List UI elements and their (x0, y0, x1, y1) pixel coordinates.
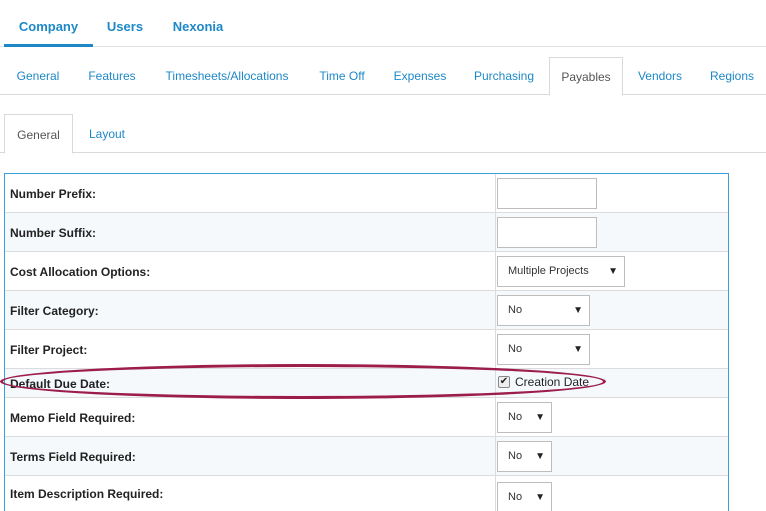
tab-regions[interactable]: Regions (704, 57, 760, 95)
terms-required-value: No (508, 450, 523, 462)
column-divider (495, 476, 496, 511)
row-default-due-date: Default Due Date: ✔ Creation Date (5, 369, 728, 398)
top-tab-users[interactable]: Users (100, 0, 150, 47)
cost-allocation-value: Multiple Projects (508, 265, 589, 277)
column-divider (495, 369, 496, 397)
memo-required-label: Memo Field Required: (10, 411, 136, 425)
dropdown-arrow-icon: ▼ (573, 305, 583, 316)
creation-date-label[interactable]: Creation Date (515, 375, 589, 389)
subtab-layout[interactable]: Layout (80, 114, 134, 153)
subtab-general[interactable]: General (4, 114, 73, 154)
column-divider (495, 437, 496, 475)
memo-required-value: No (508, 411, 523, 423)
filter-project-select[interactable]: No ▼ (497, 334, 590, 365)
tab-time-off[interactable]: Time Off (311, 57, 373, 95)
tab-general[interactable]: General (8, 57, 68, 95)
item-description-required-select[interactable]: No ▼ (497, 482, 552, 511)
number-prefix-input[interactable] (497, 178, 597, 209)
tab-timesheets-allocations[interactable]: Timesheets/Allocations (158, 57, 296, 95)
filter-category-label: Filter Category: (10, 304, 99, 318)
default-due-date-label: Default Due Date: (10, 377, 111, 391)
row-terms-required: Terms Field Required: No ▼ (5, 437, 728, 476)
column-divider (495, 252, 496, 290)
filter-project-value: No (508, 343, 523, 355)
column-divider (495, 330, 496, 368)
top-tab-nexonia[interactable]: Nexonia (165, 0, 231, 47)
dropdown-arrow-icon: ▼ (573, 344, 583, 355)
top-tab-company[interactable]: Company (4, 0, 93, 47)
filter-category-select[interactable]: No ▼ (497, 295, 590, 326)
number-suffix-input[interactable] (497, 217, 597, 248)
dropdown-arrow-icon: ▼ (535, 412, 545, 423)
cost-allocation-label: Cost Allocation Options: (10, 265, 151, 279)
tab-purchasing[interactable]: Purchasing (466, 57, 542, 95)
row-memo-required: Memo Field Required: No ▼ (5, 398, 728, 437)
column-divider (495, 291, 496, 329)
item-description-required-label: Item Description Required: (10, 487, 164, 501)
memo-required-select[interactable]: No ▼ (497, 402, 552, 433)
row-number-suffix: Number Suffix: (5, 213, 728, 252)
payables-general-form: Number Prefix: Number Suffix: Cost Alloc… (4, 173, 729, 511)
cost-allocation-select[interactable]: Multiple Projects ▼ (497, 256, 625, 287)
row-item-description-required: Item Description Required: No ▼ (5, 476, 728, 511)
sub-tabs: General Layout (0, 114, 766, 154)
column-divider (495, 174, 496, 212)
row-cost-allocation: Cost Allocation Options: Multiple Projec… (5, 252, 728, 291)
row-filter-project: Filter Project: No ▼ (5, 330, 728, 369)
filter-category-value: No (508, 304, 523, 316)
item-description-required-value: No (508, 491, 523, 503)
row-filter-category: Filter Category: No ▼ (5, 291, 728, 330)
filter-project-label: Filter Project: (10, 343, 88, 357)
number-suffix-label: Number Suffix: (10, 226, 97, 240)
creation-date-checkbox[interactable]: ✔ (498, 376, 510, 388)
terms-required-select[interactable]: No ▼ (497, 441, 552, 472)
tab-vendors[interactable]: Vendors (630, 57, 690, 95)
tab-features[interactable]: Features (80, 57, 144, 95)
column-divider (495, 213, 496, 251)
settings-tabs: General Features Timesheets/Allocations … (0, 57, 766, 96)
terms-required-label: Terms Field Required: (10, 450, 136, 464)
tab-payables[interactable]: Payables (549, 57, 623, 96)
dropdown-arrow-icon: ▼ (535, 492, 545, 503)
top-nav: Company Users Nexonia (0, 0, 766, 47)
row-number-prefix: Number Prefix: (5, 174, 728, 213)
number-prefix-label: Number Prefix: (10, 187, 97, 201)
dropdown-arrow-icon: ▼ (608, 266, 618, 277)
dropdown-arrow-icon: ▼ (535, 451, 545, 462)
column-divider (495, 398, 496, 436)
tab-expenses[interactable]: Expenses (385, 57, 455, 95)
